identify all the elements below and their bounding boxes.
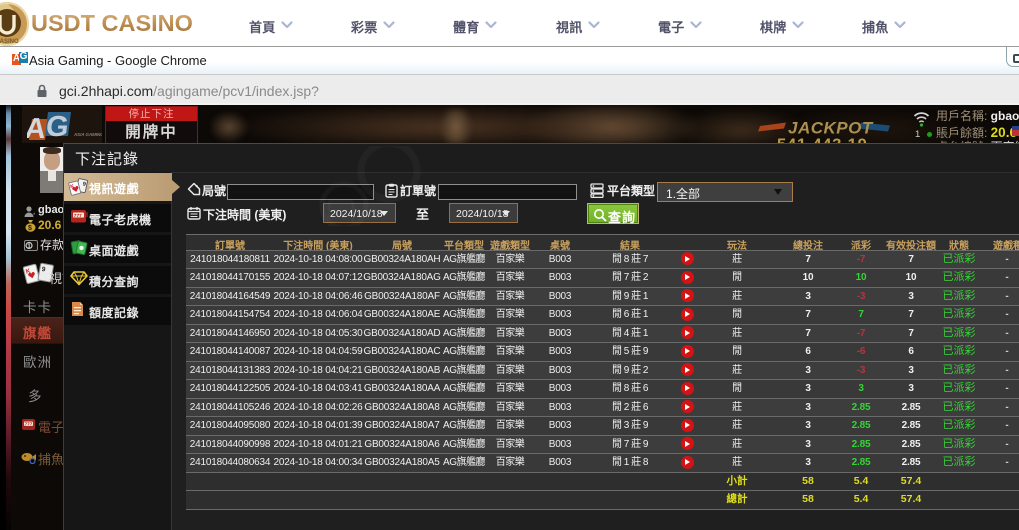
svg-text:777: 777 xyxy=(74,213,82,219)
svg-text:JACKPOT: JACKPOT xyxy=(788,119,874,138)
svg-text:ASIA GAMING: ASIA GAMING xyxy=(73,132,102,137)
svg-text:$: $ xyxy=(28,225,32,232)
svg-text:G: G xyxy=(44,111,70,142)
svg-text:*: * xyxy=(33,213,36,218)
svg-text:777: 777 xyxy=(25,422,33,427)
svg-text:CASINO: CASINO xyxy=(0,39,19,45)
svg-text:1: 1 xyxy=(27,243,31,250)
